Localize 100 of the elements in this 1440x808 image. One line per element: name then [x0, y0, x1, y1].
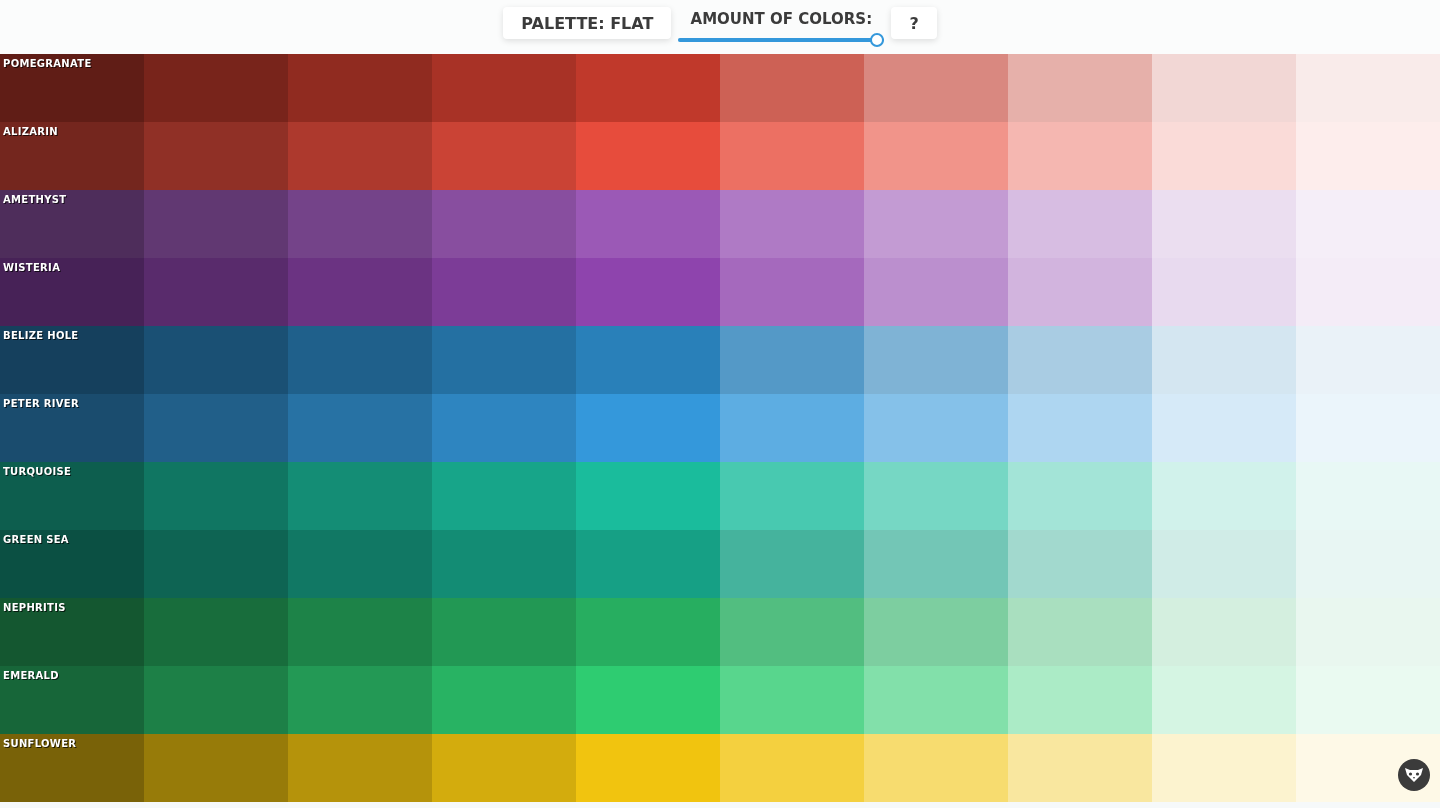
color-swatch[interactable]: [144, 394, 288, 462]
color-swatch[interactable]: [1152, 598, 1296, 666]
color-swatch[interactable]: [288, 122, 432, 190]
color-swatch[interactable]: [144, 326, 288, 394]
color-swatch[interactable]: [1008, 394, 1152, 462]
color-swatch[interactable]: [1296, 190, 1440, 258]
color-swatch[interactable]: [144, 530, 288, 598]
color-swatch[interactable]: [0, 190, 144, 258]
color-swatch[interactable]: [432, 54, 576, 122]
color-swatch[interactable]: [144, 122, 288, 190]
color-swatch[interactable]: [432, 258, 576, 326]
color-swatch[interactable]: [576, 734, 720, 802]
color-swatch[interactable]: [1152, 530, 1296, 598]
color-swatch[interactable]: [432, 530, 576, 598]
color-swatch[interactable]: [0, 326, 144, 394]
color-swatch[interactable]: [1008, 258, 1152, 326]
color-swatch[interactable]: [720, 258, 864, 326]
color-swatch[interactable]: [864, 394, 1008, 462]
color-swatch[interactable]: [864, 598, 1008, 666]
color-swatch[interactable]: [432, 394, 576, 462]
color-swatch[interactable]: [432, 326, 576, 394]
color-swatch[interactable]: [288, 462, 432, 530]
color-swatch[interactable]: [576, 122, 720, 190]
color-swatch[interactable]: [432, 122, 576, 190]
color-swatch[interactable]: [1008, 54, 1152, 122]
color-swatch[interactable]: [720, 598, 864, 666]
color-swatch[interactable]: [864, 122, 1008, 190]
color-swatch[interactable]: [0, 530, 144, 598]
color-swatch[interactable]: [432, 598, 576, 666]
color-swatch[interactable]: [1296, 666, 1440, 734]
color-swatch[interactable]: [864, 666, 1008, 734]
color-swatch[interactable]: [1152, 734, 1296, 802]
color-swatch[interactable]: [1296, 394, 1440, 462]
color-swatch[interactable]: [576, 530, 720, 598]
color-swatch[interactable]: [0, 734, 144, 802]
color-swatch[interactable]: [432, 462, 576, 530]
color-swatch[interactable]: [1296, 122, 1440, 190]
color-swatch[interactable]: [1152, 258, 1296, 326]
color-swatch[interactable]: [720, 734, 864, 802]
color-swatch[interactable]: [1296, 258, 1440, 326]
color-swatch[interactable]: [144, 190, 288, 258]
color-swatch[interactable]: [288, 666, 432, 734]
color-swatch[interactable]: [720, 530, 864, 598]
color-swatch[interactable]: [1152, 54, 1296, 122]
color-swatch[interactable]: [1152, 326, 1296, 394]
amount-slider[interactable]: [678, 32, 885, 47]
color-swatch[interactable]: [144, 734, 288, 802]
color-swatch[interactable]: [1008, 462, 1152, 530]
help-button[interactable]: ?: [891, 7, 937, 39]
palette-button[interactable]: PALETTE: FLAT: [503, 7, 672, 39]
color-swatch[interactable]: [1152, 666, 1296, 734]
color-swatch[interactable]: [864, 462, 1008, 530]
color-swatch[interactable]: [144, 54, 288, 122]
color-swatch[interactable]: [720, 394, 864, 462]
color-swatch[interactable]: [576, 394, 720, 462]
color-swatch[interactable]: [0, 598, 144, 666]
color-swatch[interactable]: [576, 258, 720, 326]
color-swatch[interactable]: [1008, 598, 1152, 666]
color-swatch[interactable]: [1296, 462, 1440, 530]
color-swatch[interactable]: [1296, 598, 1440, 666]
color-swatch[interactable]: [1152, 122, 1296, 190]
color-swatch[interactable]: [576, 326, 720, 394]
color-swatch[interactable]: [1152, 190, 1296, 258]
color-swatch[interactable]: [576, 462, 720, 530]
color-swatch[interactable]: [1296, 326, 1440, 394]
color-swatch[interactable]: [1008, 530, 1152, 598]
color-swatch[interactable]: [288, 598, 432, 666]
color-swatch[interactable]: [864, 54, 1008, 122]
color-swatch[interactable]: [144, 666, 288, 734]
color-swatch[interactable]: [288, 734, 432, 802]
color-swatch[interactable]: [288, 54, 432, 122]
color-swatch[interactable]: [1152, 462, 1296, 530]
color-swatch[interactable]: [1008, 666, 1152, 734]
color-swatch[interactable]: [864, 258, 1008, 326]
color-swatch[interactable]: [288, 190, 432, 258]
color-swatch[interactable]: [720, 326, 864, 394]
color-swatch[interactable]: [720, 462, 864, 530]
color-swatch[interactable]: [864, 190, 1008, 258]
color-swatch[interactable]: [576, 598, 720, 666]
slider-thumb[interactable]: [870, 32, 885, 47]
color-swatch[interactable]: [720, 190, 864, 258]
color-swatch[interactable]: [144, 462, 288, 530]
color-swatch[interactable]: [1152, 394, 1296, 462]
color-swatch[interactable]: [144, 598, 288, 666]
color-swatch[interactable]: [0, 462, 144, 530]
color-swatch[interactable]: [432, 190, 576, 258]
color-swatch[interactable]: [1008, 190, 1152, 258]
color-swatch[interactable]: [432, 666, 576, 734]
color-swatch[interactable]: [0, 54, 144, 122]
color-swatch[interactable]: [1008, 734, 1152, 802]
color-swatch[interactable]: [864, 734, 1008, 802]
color-swatch[interactable]: [0, 122, 144, 190]
color-swatch[interactable]: [0, 394, 144, 462]
color-swatch[interactable]: [864, 530, 1008, 598]
color-swatch[interactable]: [288, 326, 432, 394]
color-swatch[interactable]: [1296, 54, 1440, 122]
color-swatch[interactable]: [720, 54, 864, 122]
color-swatch[interactable]: [288, 258, 432, 326]
color-swatch[interactable]: [576, 54, 720, 122]
color-swatch[interactable]: [1296, 734, 1440, 802]
